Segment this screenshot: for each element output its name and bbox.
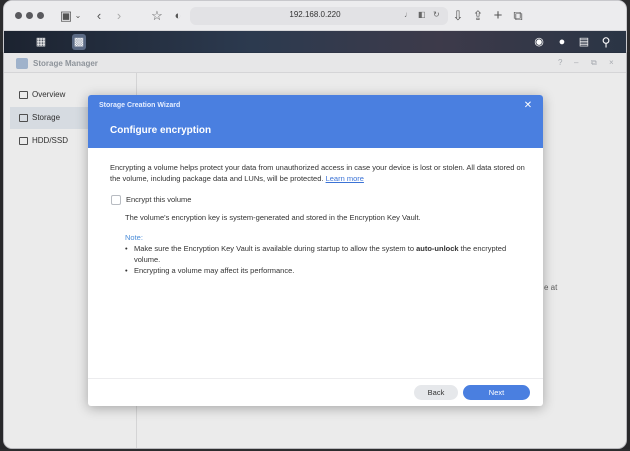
translate-icon[interactable]: ◧ (418, 10, 426, 19)
zoom-window-button[interactable] (37, 12, 44, 19)
chevron-down-icon[interactable]: ⌄ (74, 8, 82, 24)
close-window-button[interactable] (15, 12, 22, 19)
note-text: Make sure the Encryption Key Vault is av… (134, 244, 417, 253)
star-icon[interactable]: ☆ (150, 8, 164, 24)
plus-icon[interactable]: + (491, 8, 505, 24)
wizard-title: Storage Creation Wizard (99, 102, 181, 109)
dialog-heading: Configure encryption (110, 125, 212, 136)
user-icon[interactable]: ● (555, 34, 569, 50)
widgets-icon[interactable]: ▤ (577, 34, 591, 50)
minimize-window-button[interactable] (26, 12, 33, 19)
next-button[interactable]: Next (463, 385, 530, 400)
search-icon[interactable]: ⚲ (599, 34, 613, 50)
shield-icon[interactable]: ◐ (171, 8, 185, 24)
address-bar[interactable]: 192.168.0.220 ♩ ◧ ↻ (190, 7, 448, 25)
browser-toolbar: ▣ ⌄ ‹ › ☆ ◐ 192.168.0.220 ♩ ◧ ↻ ⇩ ⇪ + ⧉ (4, 1, 626, 31)
encrypt-volume-checkbox[interactable] (111, 195, 121, 205)
main-menu-icon[interactable]: ▦ (34, 34, 48, 50)
dialog-footer: Back Next (88, 378, 543, 406)
close-icon[interactable]: ✕ (523, 100, 533, 111)
encrypt-volume-label[interactable]: Encrypt this volume (126, 195, 191, 204)
description-text: Encrypting a volume helps protect your d… (110, 163, 525, 183)
dialog-header: Storage Creation Wizard ✕ Configure encr… (88, 95, 543, 148)
storage-creation-wizard-dialog: Storage Creation Wizard ✕ Configure encr… (88, 95, 543, 406)
note-item: Encrypting a volume may affect its perfo… (125, 265, 525, 276)
note-heading: Note: (125, 233, 143, 242)
note-text: Encrypting a volume may affect its perfo… (134, 266, 295, 275)
back-icon[interactable]: ‹ (93, 8, 105, 24)
address-text: 192.168.0.220 (289, 10, 341, 19)
chat-icon[interactable]: ◉ (532, 34, 546, 50)
forward-icon[interactable]: › (113, 8, 125, 24)
dialog-body: Encrypting a volume helps protect your d… (88, 148, 543, 378)
back-button[interactable]: Back (414, 385, 458, 400)
share-icon[interactable]: ⇪ (471, 8, 485, 24)
download-icon[interactable]: ⇩ (451, 8, 465, 24)
note-list: Make sure the Encryption Key Vault is av… (125, 243, 525, 276)
speaker-icon[interactable]: ♩ (404, 10, 412, 19)
description: Encrypting a volume helps protect your d… (110, 162, 525, 184)
tabs-icon[interactable]: ⧉ (511, 8, 525, 24)
note-item: Make sure the Encryption Key Vault is av… (125, 243, 525, 265)
note-bold-text: auto-unlock (416, 244, 459, 253)
reload-icon[interactable]: ↻ (433, 10, 440, 19)
storage-manager-taskbar-icon[interactable]: ▩ (72, 34, 86, 50)
encryption-key-note: The volume's encryption key is system-ge… (125, 213, 421, 222)
dsm-taskbar: ▦ ▩ ◉ ● ▤ ⚲ (4, 31, 626, 53)
sidebar-icon[interactable]: ▣ (59, 8, 73, 24)
learn-more-link[interactable]: Learn more (326, 174, 364, 183)
